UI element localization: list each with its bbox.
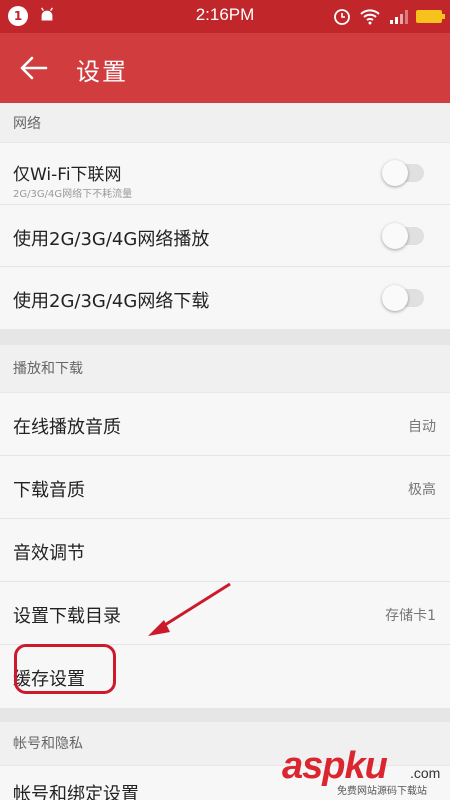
setting-row-cache[interactable]: 缓存设置 — [0, 645, 450, 708]
toggle-knob — [382, 160, 408, 186]
setting-row-mobile-play[interactable]: 使用2G/3G/4G网络播放 — [0, 205, 450, 267]
mobile-play-toggle[interactable] — [382, 223, 424, 249]
setting-label: 帐号和绑定设置 — [13, 784, 139, 800]
setting-row-wifi-only[interactable]: 仅Wi-Fi下联网 2G/3G/4G网络下不耗流量 — [0, 143, 450, 205]
toggle-knob — [382, 285, 408, 311]
toggle-knob — [382, 223, 408, 249]
watermark-domain: .com — [410, 765, 441, 781]
setting-label: 在线播放音质 — [13, 417, 121, 438]
setting-value: 极高 — [408, 482, 436, 498]
signal-icon — [390, 10, 408, 24]
setting-row-download-quality[interactable]: 下载音质 极高 — [0, 456, 450, 519]
setting-row-sound-effect[interactable]: 音效调节 — [0, 519, 450, 582]
wifi-only-toggle[interactable] — [382, 160, 424, 186]
setting-label: 仅Wi-Fi下联网 — [13, 165, 122, 185]
setting-label: 缓存设置 — [13, 669, 85, 690]
alarm-icon — [334, 9, 350, 25]
section-divider — [0, 329, 450, 345]
page-title: 设置 — [76, 58, 128, 86]
setting-label: 设置下载目录 — [13, 606, 121, 627]
setting-label: 下载音质 — [13, 480, 85, 501]
setting-label: 使用2G/3G/4G网络播放 — [13, 229, 210, 250]
back-arrow-icon[interactable] — [18, 53, 50, 83]
setting-row-mobile-download[interactable]: 使用2G/3G/4G网络下载 — [0, 267, 450, 329]
setting-value: 存储卡1 — [385, 608, 436, 624]
setting-row-download-dir[interactable]: 设置下载目录 存储卡1 — [0, 582, 450, 645]
setting-value: 自动 — [408, 419, 436, 435]
section-header-playback: 播放和下载 — [0, 345, 450, 393]
setting-sublabel: 2G/3G/4G网络下不耗流量 — [13, 189, 133, 200]
watermark-logo: aspku .com 免费网站源码下载站 — [282, 745, 450, 800]
setting-label: 使用2G/3G/4G网络下载 — [13, 291, 210, 312]
mobile-download-toggle[interactable] — [382, 285, 424, 311]
section-divider — [0, 708, 450, 722]
watermark-subtitle: 免费网站源码下载站 — [337, 786, 427, 797]
setting-label: 音效调节 — [13, 543, 85, 564]
app-bar: 设置 — [0, 33, 450, 103]
status-bar: 1 2:16PM — [0, 0, 450, 33]
setting-row-online-quality[interactable]: 在线播放音质 自动 — [0, 393, 450, 456]
wifi-icon — [360, 9, 380, 25]
battery-icon — [416, 9, 445, 23]
section-header-network: 网络 — [0, 103, 450, 143]
